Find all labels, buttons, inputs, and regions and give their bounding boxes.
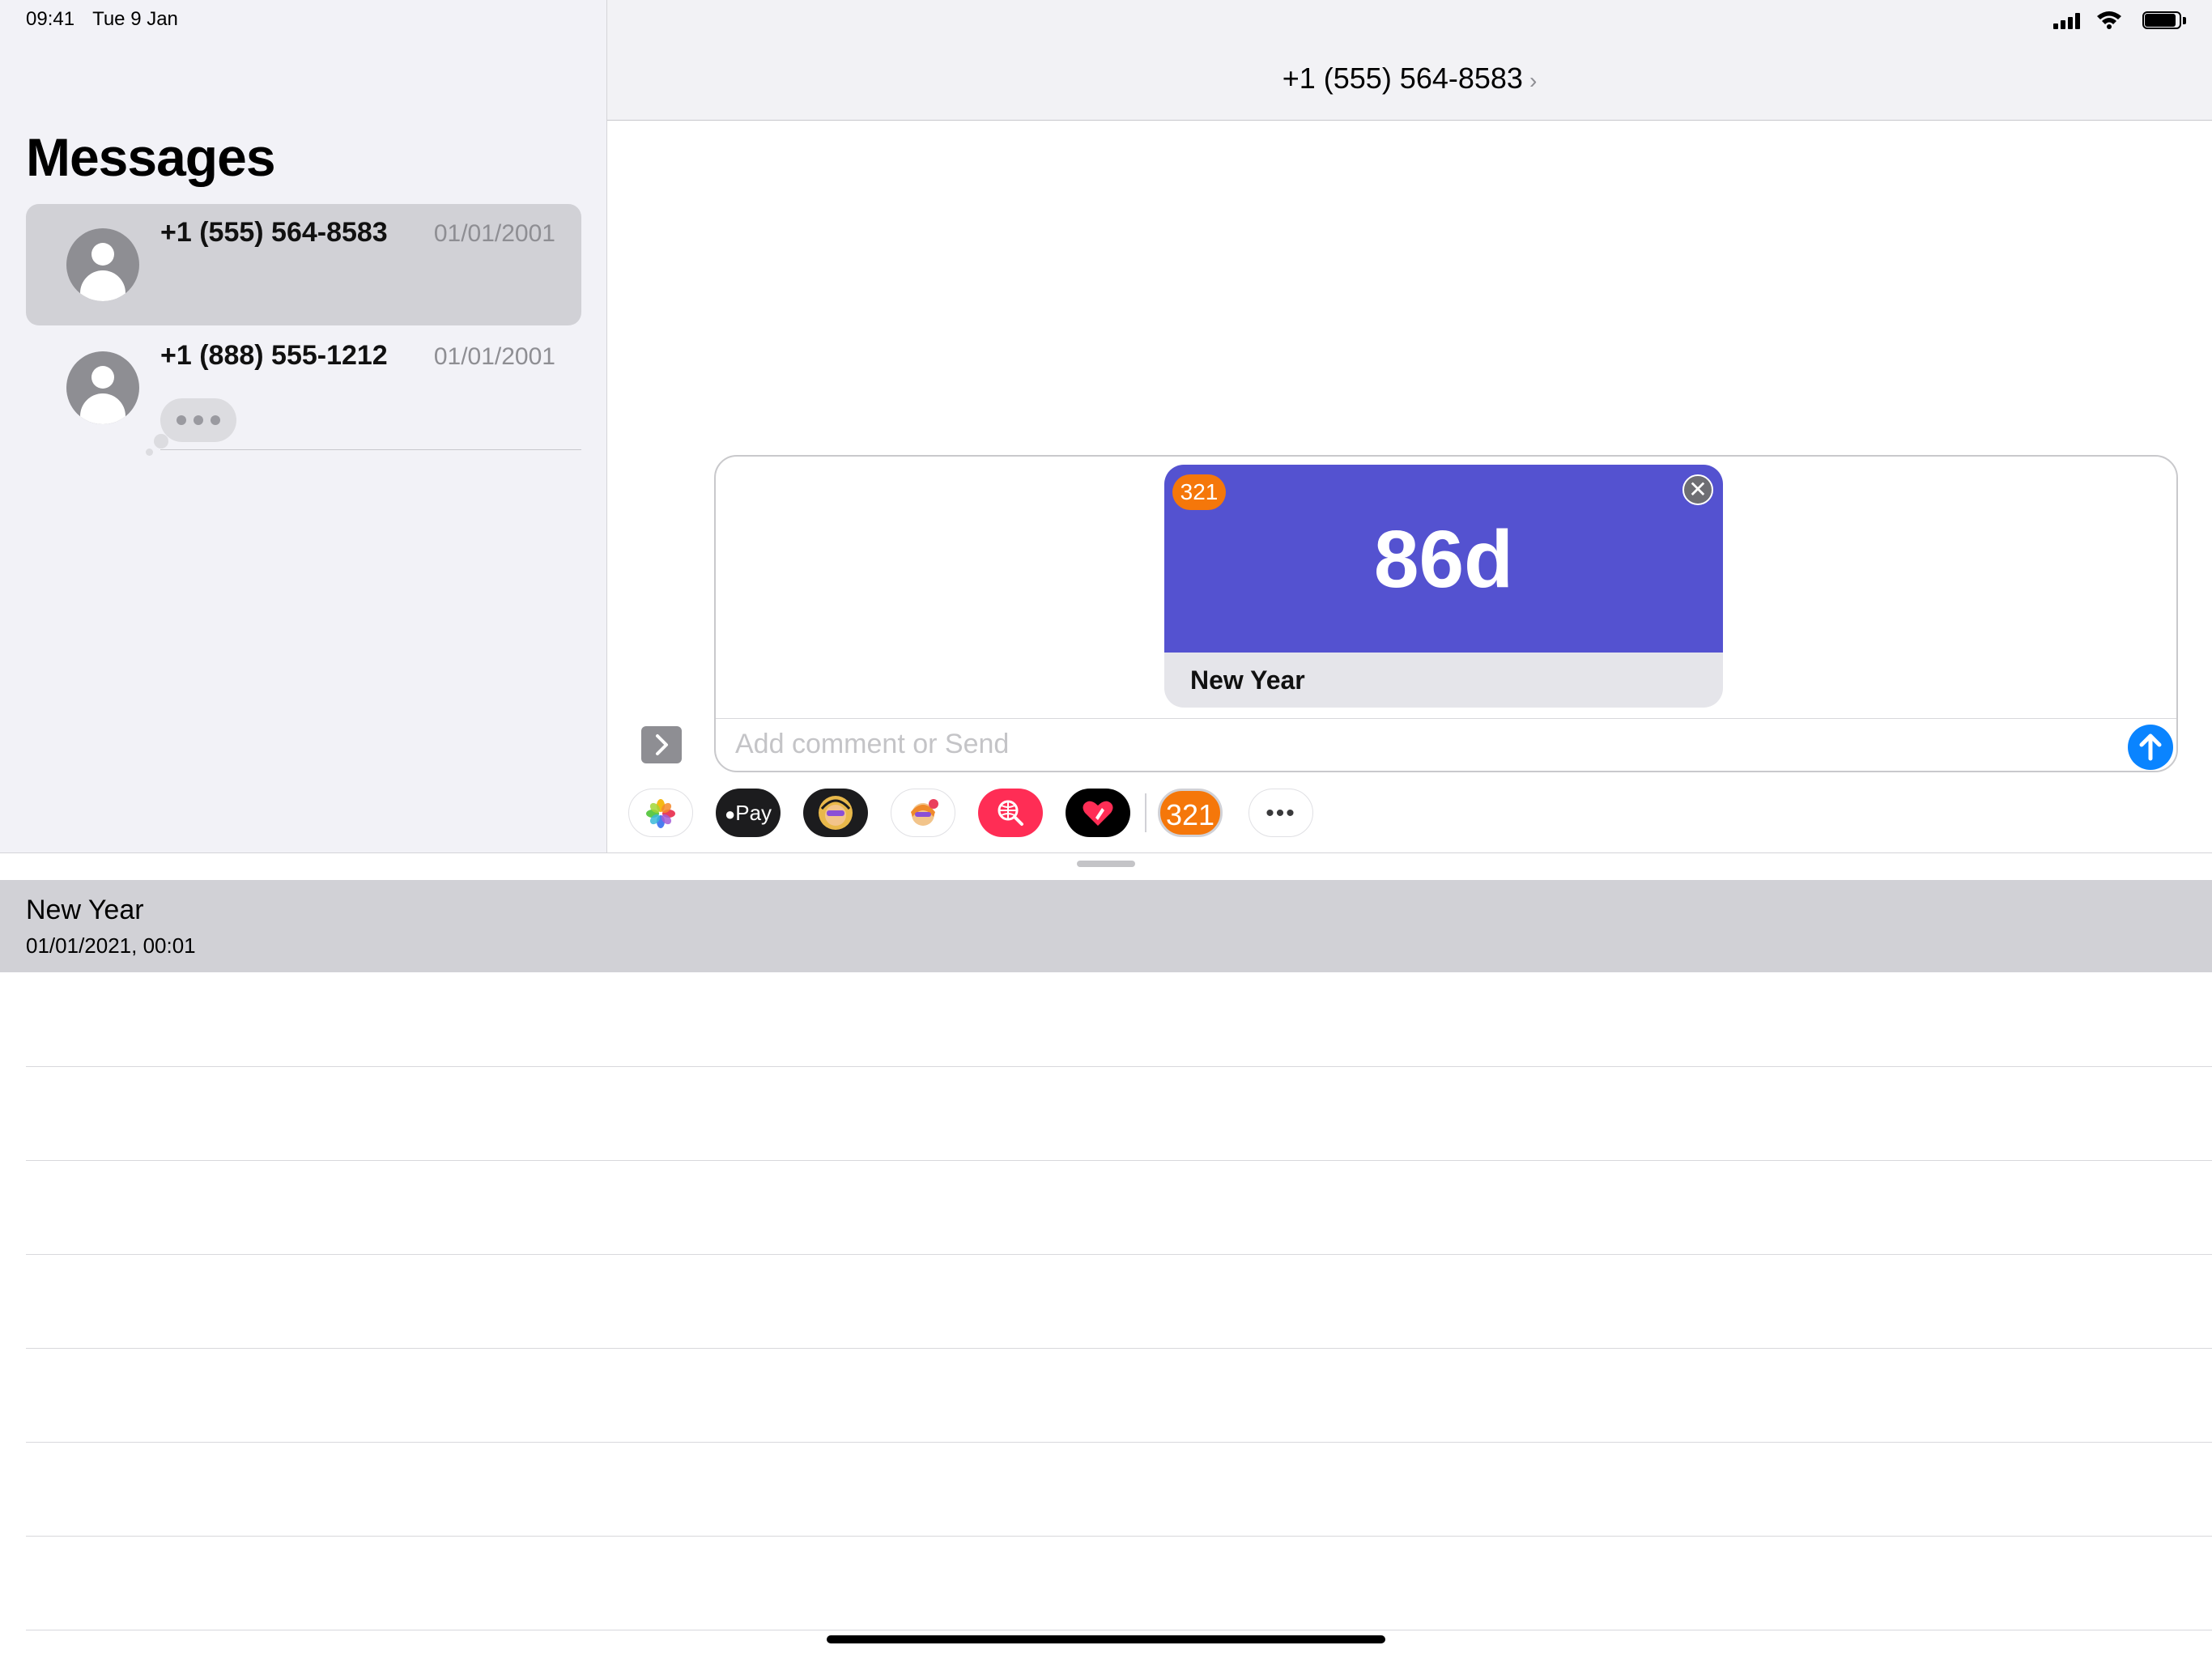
conversation-name: +1 (888) 555-1212 xyxy=(160,340,388,371)
apple-pay-icon[interactable]: ●Pay xyxy=(716,789,781,837)
digital-touch-icon[interactable] xyxy=(1066,789,1130,837)
event-title: New Year xyxy=(26,895,144,925)
conversations-sidebar: 09:41 Tue 9 Jan Messages +1 (555) 564-858… xyxy=(0,0,607,852)
sidebar-title: Messages xyxy=(26,127,276,187)
conversation-name: +1 (555) 564-8583 xyxy=(160,217,388,248)
animoji-icon[interactable] xyxy=(891,789,955,837)
photos-icon[interactable] xyxy=(628,789,693,837)
countdown-value: 86d xyxy=(1373,514,1514,605)
compose-divider xyxy=(716,718,2176,719)
typing-indicator-icon xyxy=(146,398,236,456)
comment-input[interactable]: Add comment or Send xyxy=(735,729,1009,760)
status-date: Tue 9 Jan xyxy=(92,8,178,30)
status-time: 09:41 xyxy=(26,8,75,30)
status-bar-time: 09:41 Tue 9 Jan xyxy=(26,8,196,31)
remove-attachment-close-icon[interactable]: ✕ xyxy=(1682,474,1713,505)
empty-row-divider xyxy=(26,1536,2212,1537)
battery-icon xyxy=(2142,11,2188,31)
more-apps-icon[interactable]: ••• xyxy=(1249,789,1313,837)
message-compose-field[interactable]: 321 ✕ 86d New Year Add comment or Send xyxy=(714,455,2178,772)
app-drawer-divider xyxy=(1145,793,1146,832)
contact-title: +1 (555) 564-8583 xyxy=(1282,62,1523,95)
empty-row-divider xyxy=(26,1066,2212,1067)
contact-avatar-icon xyxy=(66,351,139,424)
countdown-app-icon[interactable]: 321 xyxy=(1158,789,1223,837)
conversation-item[interactable]: +1 (555) 564-8583 01/01/2001 xyxy=(26,204,581,325)
empty-row-divider xyxy=(26,1160,2212,1161)
wifi-icon xyxy=(2097,11,2121,29)
event-date: 01/01/2021, 00:01 xyxy=(26,933,196,958)
empty-row-divider xyxy=(26,1254,2212,1255)
empty-row-divider xyxy=(26,1442,2212,1443)
conversation-item[interactable]: +1 (888) 555-1212 01/01/2001 xyxy=(26,327,581,456)
contact-avatar-icon xyxy=(66,228,139,301)
list-divider xyxy=(160,449,581,450)
contact-title-button[interactable]: +1 (555) 564-8583 › xyxy=(607,62,2212,96)
home-indicator[interactable] xyxy=(827,1635,1385,1643)
status-icons xyxy=(2026,10,2188,31)
drawer-grabber-handle[interactable] xyxy=(1077,861,1135,867)
send-button[interactable] xyxy=(2128,725,2173,770)
countdown-app-badge: 321 xyxy=(1172,474,1226,510)
chevron-right-icon xyxy=(656,734,668,755)
event-row[interactable]: New Year 01/01/2021, 00:01 xyxy=(0,880,2212,972)
conversation-date: 01/01/2001 xyxy=(433,343,555,370)
panel-divider xyxy=(0,852,2212,853)
chevron-right-icon: › xyxy=(1529,68,1538,93)
app-drawer: ●Pay 321 ••• xyxy=(607,779,2212,852)
cellular-signal-icon xyxy=(2053,13,2084,29)
conversation-header: +1 (555) 564-8583 › xyxy=(607,0,2212,121)
countdown-attachment-card[interactable]: 321 ✕ 86d New Year xyxy=(1164,465,1723,708)
image-search-icon[interactable] xyxy=(978,789,1043,837)
apple-pay-label: Pay xyxy=(735,801,772,825)
countdown-caption: New Year xyxy=(1190,665,1305,695)
empty-row-divider xyxy=(26,1348,2212,1349)
arrow-up-icon xyxy=(2139,733,2162,761)
memoji-stickers-icon[interactable] xyxy=(803,789,868,837)
app-drawer-toggle-button[interactable] xyxy=(641,726,682,763)
conversation-date: 01/01/2001 xyxy=(433,220,555,247)
